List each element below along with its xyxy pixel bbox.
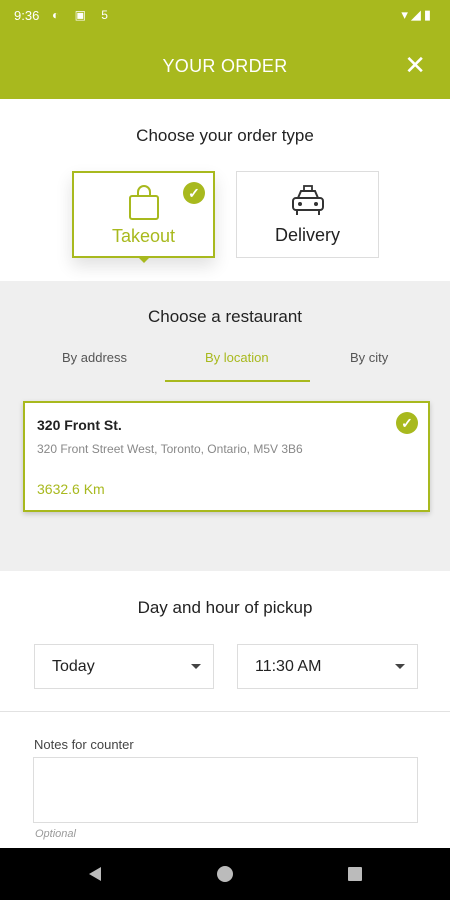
status-bar: 9:36 ◐ ▣ 5 ▾◢▮ bbox=[0, 0, 450, 32]
home-icon[interactable] bbox=[216, 865, 234, 883]
close-icon[interactable]: ✕ bbox=[404, 52, 426, 78]
delivery-label: Delivery bbox=[274, 225, 340, 245]
navigation-bar bbox=[0, 848, 450, 900]
divider bbox=[0, 711, 450, 712]
hour-value: 11:30 AM bbox=[255, 658, 322, 675]
pickup-title: Day and hour of pickup bbox=[137, 598, 313, 617]
takeout-label: Takeout bbox=[111, 226, 176, 246]
restaurant-distance: 3632.6 Km bbox=[37, 481, 105, 497]
app-header: YOUR ORDER ✕ bbox=[0, 32, 450, 99]
tab-by-location[interactable]: By location bbox=[205, 350, 269, 365]
tab-by-address[interactable]: By address bbox=[62, 350, 127, 365]
notes-hint: Optional bbox=[35, 828, 76, 840]
car-icon bbox=[291, 185, 324, 215]
day-value: Today bbox=[52, 658, 95, 675]
check-icon: ✓ bbox=[183, 182, 205, 204]
restaurant-card[interactable]: 320 Front St. 320 Front Street West, Tor… bbox=[23, 401, 430, 512]
restaurant-name: 320 Front St. bbox=[37, 417, 122, 433]
day-select[interactable]: Today bbox=[34, 644, 214, 689]
restaurant-title: Choose a restaurant bbox=[147, 307, 303, 326]
tab-by-city[interactable]: By city bbox=[350, 350, 388, 365]
shopping-bag-icon bbox=[128, 185, 159, 220]
chevron-down-icon bbox=[191, 664, 201, 669]
back-icon[interactable] bbox=[86, 865, 104, 883]
check-icon: ✓ bbox=[396, 412, 418, 434]
takeout-option[interactable]: Takeout ✓ bbox=[72, 171, 215, 258]
delivery-option[interactable]: Delivery bbox=[236, 171, 379, 258]
selection-pointer bbox=[137, 256, 151, 263]
notification-icons: ◐ ▣ 5 bbox=[52, 8, 114, 22]
notes-label: Notes for counter bbox=[34, 737, 134, 752]
chevron-down-icon bbox=[395, 664, 405, 669]
signal-battery-icons: ▾◢▮ bbox=[401, 7, 434, 22]
notes-input[interactable] bbox=[33, 757, 418, 823]
active-tab-indicator bbox=[165, 380, 310, 382]
page-title: YOUR ORDER bbox=[162, 56, 288, 76]
restaurant-address: 320 Front Street West, Toronto, Ontario,… bbox=[37, 442, 303, 456]
status-time: 9:36 bbox=[14, 8, 40, 23]
hour-select[interactable]: 11:30 AM bbox=[237, 644, 418, 689]
recents-icon[interactable] bbox=[346, 865, 364, 883]
order-type-title: Choose your order type bbox=[136, 126, 314, 145]
